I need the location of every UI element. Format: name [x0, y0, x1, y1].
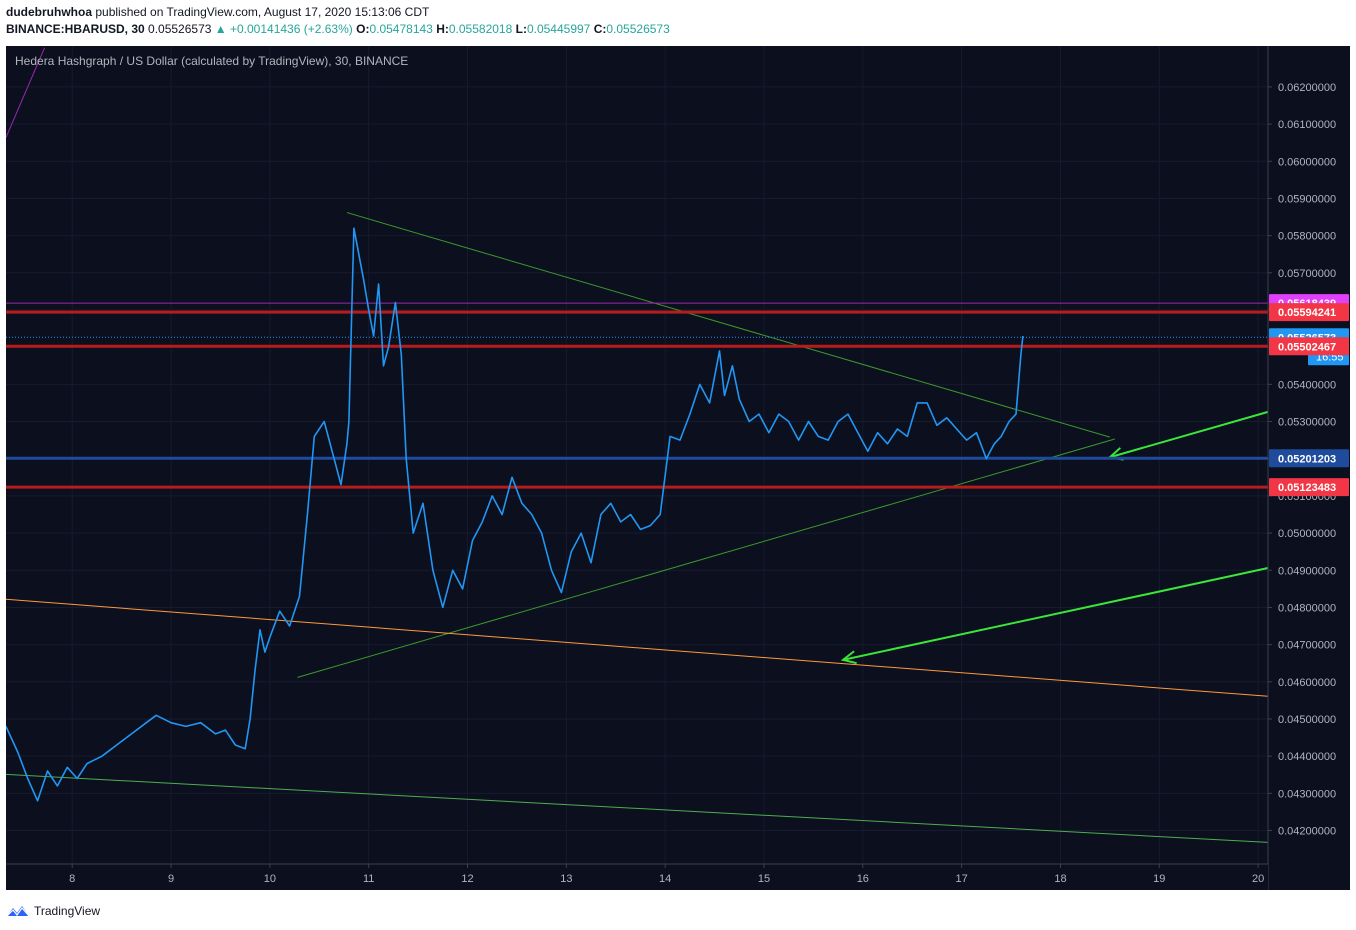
y-tick-label: 0.06000000 — [1278, 156, 1336, 168]
y-tick-label: 0.06100000 — [1278, 119, 1336, 131]
close-value: 0.05526573 — [606, 22, 670, 36]
price-change: ▲ +0.00141436 (+2.63%) — [214, 22, 353, 36]
x-tick-label: 13 — [560, 873, 572, 885]
lower-trendline-line[interactable] — [297, 438, 1115, 678]
x-tick-label: 8 — [69, 873, 75, 885]
price-badge-label: 0.05201203 — [1278, 453, 1336, 465]
open-label: O: — [356, 22, 370, 36]
publish-header: dudebruhwhoa published on TradingView.co… — [0, 0, 1356, 46]
open-value: 0.05478143 — [369, 22, 433, 36]
y-tick-label: 0.04600000 — [1278, 677, 1336, 689]
upper-trendline-line[interactable] — [346, 212, 1111, 438]
y-tick-label: 0.05800000 — [1278, 231, 1336, 243]
y-tick-label: 0.04700000 — [1278, 640, 1336, 652]
y-tick-label: 0.05400000 — [1278, 379, 1336, 391]
price-badge-label: 0.05123483 — [1278, 482, 1336, 494]
y-tick-label: 0.05300000 — [1278, 417, 1336, 429]
grid — [6, 46, 1268, 864]
price-axis-bg — [1268, 46, 1350, 890]
time-axis[interactable]: 8 9 10 11 12 13 14 15 16 17 18 19 20 — [6, 863, 1268, 890]
tradingview-brand[interactable]: TradingView — [34, 904, 100, 918]
price-series — [5, 227, 1024, 802]
y-tick-label: 0.04300000 — [1278, 788, 1336, 800]
high-label: H: — [436, 22, 449, 36]
y-tick-label: 0.06200000 — [1278, 82, 1336, 94]
x-tick-label: 18 — [1054, 873, 1066, 885]
x-tick-label: 16 — [857, 873, 869, 885]
x-tick-label: 19 — [1153, 873, 1165, 885]
high-value: 0.05582018 — [448, 22, 513, 36]
y-tick-label: 0.04400000 — [1278, 751, 1336, 763]
x-tick-label: 17 — [956, 873, 968, 885]
price-badge-label: 0.05594241 — [1278, 307, 1336, 319]
last-price: 0.05526573 — [148, 22, 212, 36]
price-axis[interactable]: 0.04200000 0.04300000 0.04400000 0.04500000… — [1267, 46, 1350, 890]
y-tick-label: 0.05000000 — [1278, 528, 1336, 540]
publisher-name[interactable]: dudebruhwhoa — [6, 5, 92, 19]
x-tick-label: 20 — [1252, 873, 1264, 885]
arrow-1-line[interactable] — [1109, 410, 1269, 459]
x-tick-label: 11 — [363, 873, 374, 885]
price-line — [5, 227, 1024, 802]
y-tick-label: 0.05900000 — [1278, 193, 1336, 205]
low-label: L: — [515, 22, 527, 36]
y-tick-label: 0.04500000 — [1278, 714, 1336, 726]
y-tick-label: 0.04200000 — [1278, 826, 1336, 838]
x-tick-label: 14 — [659, 873, 671, 885]
arrow-2-line[interactable] — [842, 567, 1269, 661]
time-axis-bg — [6, 864, 1268, 890]
y-tick-label: 0.05700000 — [1278, 268, 1336, 280]
y-tick-label: 0.04800000 — [1278, 602, 1336, 614]
x-tick-label: 10 — [264, 873, 276, 885]
price-badge-label: 0.05502467 — [1278, 341, 1336, 353]
tradingview-logo-icon[interactable] — [6, 903, 30, 919]
low-value: 0.05445997 — [526, 22, 591, 36]
green-channel-line[interactable] — [5, 773, 1269, 843]
footer: TradingView — [0, 890, 1356, 930]
chart-title: Hedera Hashgraph / US Dollar (calculated… — [15, 54, 409, 68]
ohlc-legend: BINANCE:HBARUSD, 30 0.05526573 ▲ +0.0014… — [6, 22, 670, 36]
price-chart[interactable]: 0.04200000 0.04300000 0.04400000 0.04500000… — [5, 46, 1350, 890]
publish-info: dudebruhwhoa published on TradingView.co… — [6, 5, 429, 19]
x-tick-label: 12 — [461, 873, 473, 885]
chart-area[interactable]: 0.04200000 0.04300000 0.04400000 0.04500000… — [5, 46, 1350, 890]
y-tick-label: 0.04900000 — [1278, 565, 1336, 577]
published-text: published on TradingView.com, August 17,… — [95, 5, 430, 19]
symbol-label: BINANCE:HBARUSD, 30 — [6, 22, 145, 36]
close-label: C: — [593, 22, 607, 36]
horizontal-levels[interactable] — [6, 302, 1268, 489]
x-tick-label: 9 — [168, 873, 174, 885]
x-tick-label: 15 — [758, 873, 770, 885]
